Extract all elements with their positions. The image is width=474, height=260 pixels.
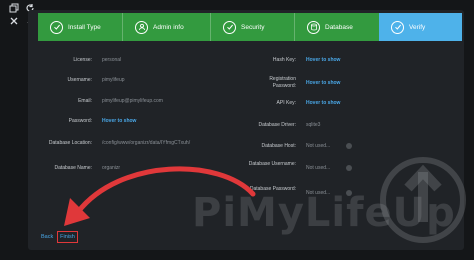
step-label: Database	[325, 23, 353, 31]
password-label: Password:	[68, 118, 92, 124]
annotation-arrow-icon	[64, 166, 256, 226]
username-label: Username:	[67, 77, 92, 83]
database-location-value: /config/www/organizr/data/IYfmgCTxuh/	[102, 140, 191, 146]
step-label: Security	[241, 23, 265, 31]
info-dot-icon	[346, 165, 352, 171]
api-key-hover-link[interactable]: Hover to show	[306, 100, 340, 107]
registration-password-hover-link[interactable]: Hover to show	[306, 80, 340, 87]
step-security[interactable]: Security	[211, 13, 295, 41]
database-icon	[307, 20, 320, 34]
user-icon	[135, 20, 148, 34]
finish-button[interactable]: Finish	[57, 231, 78, 243]
wizard-stepper: Install Type Admin info Security Databas…	[38, 13, 462, 41]
back-button[interactable]: Back	[41, 234, 53, 240]
step-label: Verify	[409, 23, 426, 31]
database-host-value: Not used...	[306, 143, 331, 149]
restore-icon[interactable]	[9, 3, 21, 15]
database-driver-label: Database Driver:	[258, 122, 296, 128]
info-dot-icon	[346, 143, 352, 149]
username-value: pimylifeup	[102, 77, 125, 83]
database-host-label: Database Host:	[261, 143, 296, 149]
step-label: Admin info	[153, 23, 184, 31]
database-driver-value: sqlite3	[306, 122, 321, 128]
step-database[interactable]: Database	[295, 13, 379, 41]
check-icon	[391, 20, 404, 34]
license-label: License:	[73, 57, 92, 63]
close-icon[interactable]	[9, 16, 21, 28]
database-username-value: Not used...	[306, 165, 331, 171]
database-location-label: Database Location:	[48, 140, 92, 146]
api-key-label: API Key:	[276, 100, 296, 106]
license-value: personal	[102, 57, 122, 63]
email-value: pimylifeup@pimylifeup.com	[102, 98, 163, 104]
step-label: Install Type	[68, 23, 101, 31]
step-verify[interactable]: Verify	[379, 13, 462, 41]
step-install-type[interactable]: Install Type	[38, 13, 123, 41]
check-icon	[50, 20, 63, 34]
check-icon	[223, 20, 236, 34]
hash-key-hover-link[interactable]: Hover to show	[306, 57, 340, 64]
registration-password-label: Registration Password:	[269, 76, 296, 89]
hash-key-label: Hash Key:	[272, 57, 296, 63]
password-hover-link[interactable]: Hover to show	[102, 118, 136, 125]
step-admin-info[interactable]: Admin info	[123, 13, 211, 41]
email-label: Email:	[78, 98, 92, 104]
